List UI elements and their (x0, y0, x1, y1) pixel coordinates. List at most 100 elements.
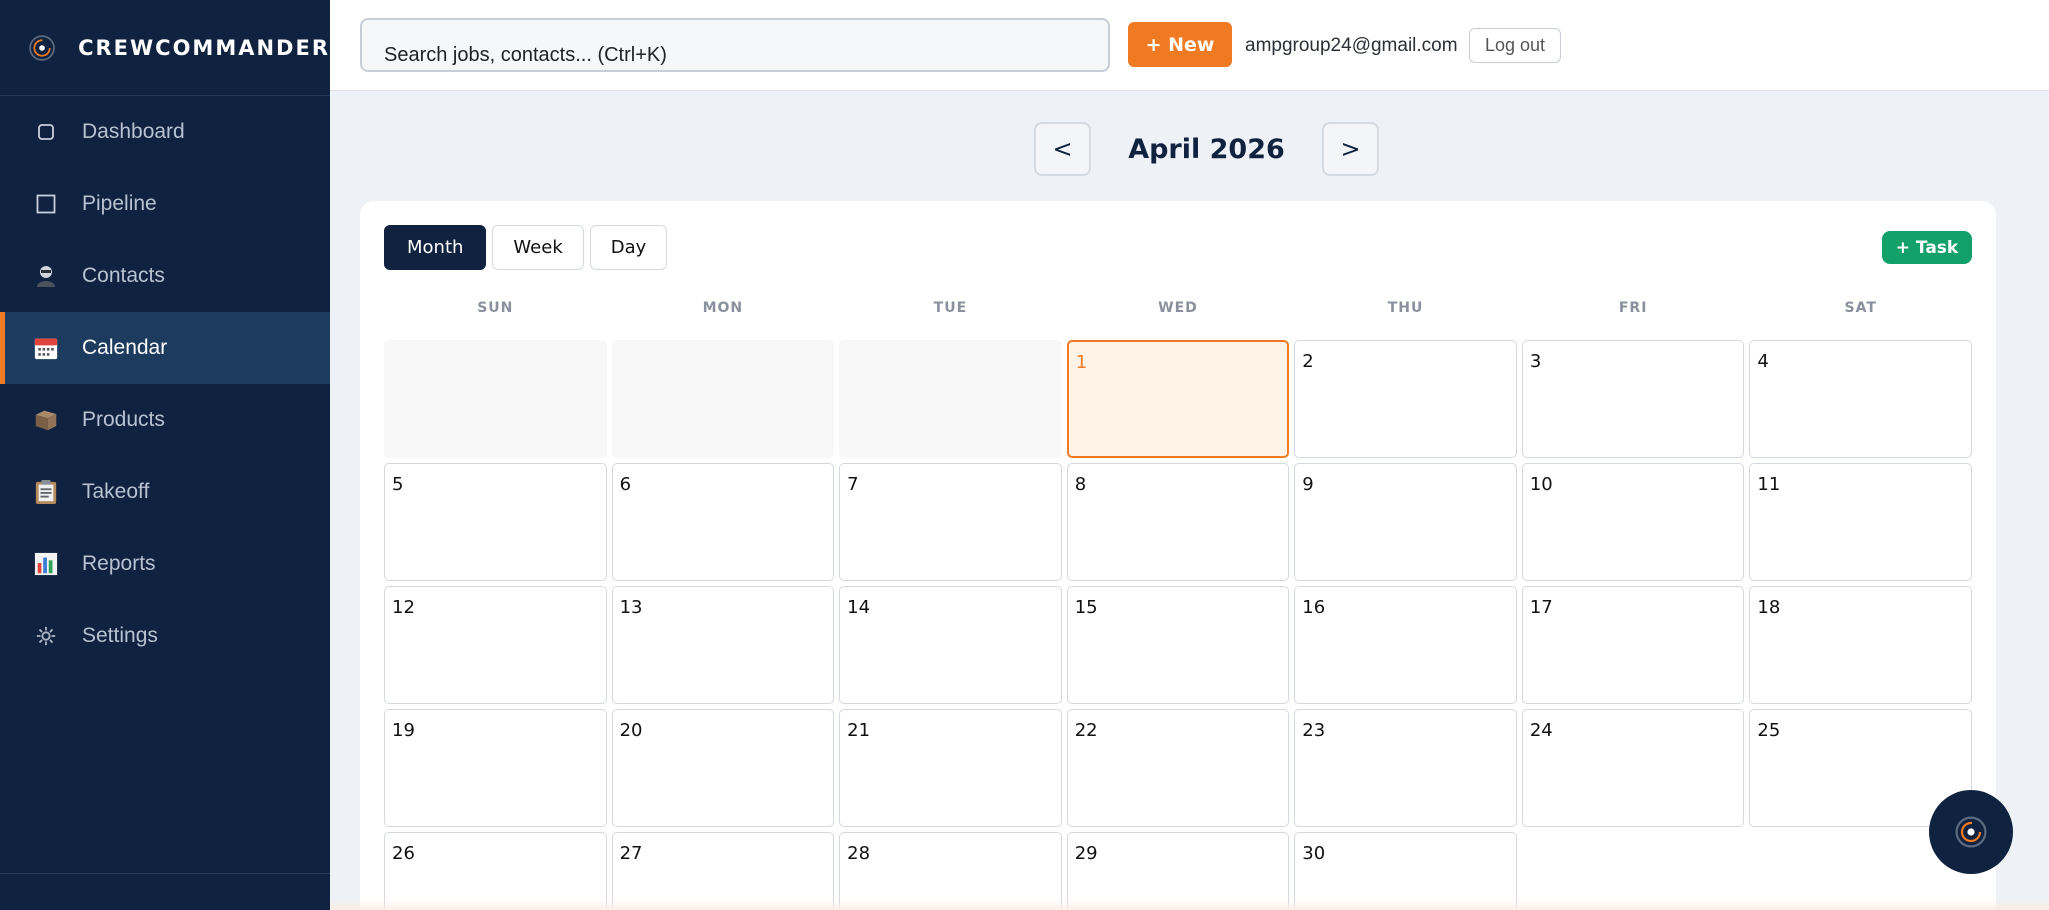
day-number: 4 (1757, 351, 1769, 372)
weekday-label: SUN (477, 300, 514, 316)
day-number: 9 (1302, 474, 1314, 495)
calendar-day[interactable]: 5 (384, 463, 607, 581)
calendar-day[interactable]: 10 (1521, 463, 1745, 581)
calendar-day[interactable]: 8 (1066, 463, 1290, 581)
brand[interactable]: CREWCOMMANDER (0, 0, 330, 96)
calendar-day-empty (384, 340, 607, 458)
weekday-label: THU (1387, 300, 1424, 316)
calendar-day[interactable]: 12 (384, 586, 607, 704)
day-number: 8 (1074, 474, 1087, 495)
concentric-target-logo (1955, 816, 1987, 848)
sidebar-item-settings[interactable]: Settings (0, 600, 330, 672)
search-input[interactable] (362, 20, 1108, 70)
day-number: 15 (1074, 597, 1098, 618)
sidebar-nav: Dashboard Pipeline Contacts Calendar Pro… (0, 96, 330, 672)
calendar-day[interactable]: 21 (839, 709, 1062, 827)
sidebar-item-label: Contacts (82, 264, 165, 287)
calendar-day[interactable]: 2 (1294, 340, 1517, 458)
sidebar-item-label: Dashboard (82, 120, 185, 143)
concentric-target-logo (29, 34, 55, 61)
gear-icon (34, 624, 58, 648)
calendar-day[interactable]: 11 (1749, 463, 1972, 581)
calendar-day[interactable]: 13 (611, 586, 835, 704)
day-number: 24 (1529, 720, 1553, 741)
calendar-day-empty (611, 340, 835, 458)
day-number: 11 (1757, 474, 1781, 495)
sidebar-item-calendar[interactable]: Calendar (0, 312, 330, 384)
day-number: 25 (1757, 720, 1781, 741)
calendar-day[interactable]: 27 (611, 832, 835, 910)
sidebar-divider (0, 873, 330, 874)
month-navigation: < April 2026 > (1034, 122, 1379, 176)
calendar-day[interactable]: 18 (1749, 586, 1972, 704)
user-email: ampgroup24@gmail.com (1245, 35, 1458, 56)
clipboard-icon (34, 480, 58, 504)
day-number: 17 (1529, 597, 1553, 618)
day-number: 7 (847, 474, 859, 495)
assistant-fab-button[interactable] (1929, 790, 2013, 874)
sidebar-item-reports[interactable]: Reports (0, 528, 330, 600)
weekday-label: SAT (1844, 300, 1877, 316)
day-number: 5 (392, 474, 404, 495)
calendar-day[interactable]: 4 (1749, 340, 1972, 458)
calendar-day[interactable]: 15 (1066, 586, 1290, 704)
sidebar-item-label: Products (82, 408, 165, 431)
day-number: 29 (1074, 843, 1098, 864)
day-number: 16 (1302, 597, 1326, 618)
day-number: 23 (1302, 720, 1326, 741)
calendar-day[interactable]: 20 (611, 709, 835, 827)
weekday-label: FRI (1618, 300, 1648, 316)
weekday-label: WED (1158, 300, 1198, 316)
next-month-button[interactable]: > (1322, 122, 1379, 176)
day-number: 20 (619, 720, 643, 741)
calendar-day[interactable]: 6 (611, 463, 835, 581)
square-outline-icon (34, 120, 58, 144)
calendar-day[interactable]: 24 (1521, 709, 1745, 827)
add-task-button[interactable]: + Task (1882, 231, 1972, 264)
month-title: April 2026 (1128, 133, 1285, 165)
view-day-button[interactable]: Day (589, 225, 668, 270)
day-number: 27 (619, 843, 643, 864)
sidebar-item-takeoff[interactable]: Takeoff (0, 456, 330, 528)
logout-button[interactable]: Log out (1469, 28, 1561, 63)
calendar-day[interactable]: 28 (839, 832, 1062, 910)
day-number: 3 (1529, 351, 1542, 372)
sidebar-item-products[interactable]: Products (0, 384, 330, 456)
sidebar-item-pipeline[interactable]: Pipeline (0, 168, 330, 240)
calendar-day[interactable]: 30 (1294, 832, 1517, 910)
calendar-day[interactable]: 14 (839, 586, 1062, 704)
calendar-day[interactable]: 9 (1294, 463, 1517, 581)
bar-chart-icon (34, 552, 58, 576)
calendar-day[interactable]: 26 (384, 832, 607, 910)
calendar-day[interactable]: 29 (1066, 832, 1290, 910)
calendar-day[interactable]: 19 (384, 709, 607, 827)
calendar-day[interactable]: 23 (1294, 709, 1517, 827)
sidebar-item-contacts[interactable]: Contacts (0, 240, 330, 312)
search-box (360, 18, 1110, 72)
sidebar-item-label: Settings (82, 624, 158, 647)
day-number: 6 (619, 474, 632, 495)
weekday-header: SUN MON TUE WED THU FRI SAT (384, 293, 1972, 323)
calendar-day[interactable]: 3 (1521, 340, 1745, 458)
calendar-day[interactable]: 17 (1521, 586, 1745, 704)
view-month-button[interactable]: Month (384, 225, 487, 270)
day-number: 21 (847, 720, 871, 741)
new-button[interactable]: + New (1128, 22, 1232, 67)
sidebar-item-dashboard[interactable]: Dashboard (0, 96, 330, 168)
calendar-day-today[interactable]: 1 (1066, 340, 1290, 458)
sidebar-item-label: Takeoff (82, 480, 150, 503)
calendar-day[interactable]: 7 (839, 463, 1062, 581)
view-week-button[interactable]: Week (492, 225, 584, 270)
weekday-label: MON (702, 300, 744, 316)
day-number: 13 (619, 597, 643, 618)
calendar-day-empty (839, 340, 1062, 458)
prev-month-button[interactable]: < (1034, 122, 1091, 176)
calendar-day[interactable]: 16 (1294, 586, 1517, 704)
day-number: 12 (392, 597, 415, 618)
view-switcher: Month Week Day (384, 225, 668, 270)
square-outline-icon (34, 192, 58, 216)
sidebar-item-label: Reports (82, 552, 156, 575)
calendar-card: Month Week Day + Task SUN MON TUE WED TH… (360, 201, 1996, 910)
day-number: 10 (1529, 474, 1553, 495)
calendar-day[interactable]: 22 (1066, 709, 1290, 827)
